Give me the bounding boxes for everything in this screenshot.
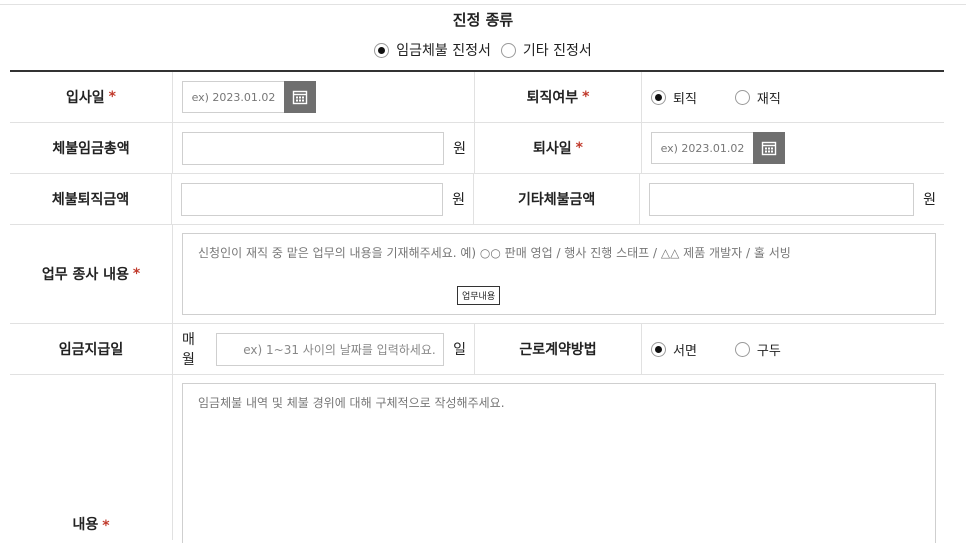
unit-won: 원	[452, 192, 466, 208]
radio-selected-icon[interactable]	[651, 89, 666, 105]
retired-group: 퇴직 재직	[642, 72, 944, 122]
required-mark: *	[108, 89, 116, 105]
petition-type-other-label: 기타 진정서	[522, 43, 592, 59]
calendar-icon[interactable]	[753, 132, 785, 164]
duty-textarea[interactable]: 신청인이 재직 중 맡은 업무의 내용을 기재해주세요. 예) ○○ 판매 영업…	[182, 233, 936, 315]
duty-content-button[interactable]: 업무내용	[457, 286, 501, 305]
radio-selected-icon[interactable]	[651, 341, 666, 357]
petition-type-wage[interactable]: 임금체불 진정서	[374, 40, 491, 60]
form-row-unpaid: 체불임금총액 원 퇴사일 * ex) 2023.01.02	[10, 123, 944, 174]
other-unpaid-input[interactable]	[649, 182, 915, 216]
form-row-severance: 체불퇴직금액 원 기타체불금액 원	[10, 174, 944, 225]
unpaid-severance-input[interactable]	[181, 182, 444, 216]
petition-type-group: 임금체불 진정서 기타 진정서	[0, 40, 966, 60]
form-row-payday: 임금지급일 매월 ex) 1~31 사이의 날짜를 입력하세요. 일 근로계약방…	[10, 324, 944, 375]
petition-type-other[interactable]: 기타 진정서	[500, 40, 592, 60]
retired-label: 퇴직여부 *	[474, 72, 642, 122]
leave-date-input[interactable]: ex) 2023.01.02	[651, 132, 753, 164]
unpaid-total-label: 체불임금총액	[10, 123, 173, 173]
hire-date-label: 입사일 *	[10, 72, 173, 122]
radio-empty-icon[interactable]	[734, 89, 750, 105]
hire-date-picker[interactable]: ex) 2023.01.02	[182, 81, 316, 113]
pay-day-input[interactable]: ex) 1~31 사이의 날짜를 입력하세요.	[216, 332, 445, 366]
retired-option-employed[interactable]: 재직	[734, 88, 781, 107]
contract-group: 서면 구두	[642, 324, 944, 374]
petition-form-table: 입사일 * ex) 2023.01.02 퇴직여부 * 퇴직 재직 체불임금총액…	[10, 70, 944, 543]
form-row-hire: 입사일 * ex) 2023.01.02 퇴직여부 * 퇴직 재직	[10, 72, 944, 123]
contract-option-written[interactable]: 서면	[651, 340, 697, 359]
leave-date-label: 퇴사일 *	[474, 123, 642, 173]
pay-day-label: 임금지급일	[10, 324, 173, 374]
contract-option-verbal[interactable]: 구두	[734, 340, 781, 359]
top-divider	[0, 4, 966, 5]
retired-option-retired[interactable]: 퇴직	[651, 88, 697, 107]
pay-day-prefix: 매월	[182, 332, 195, 368]
unit-day: 일	[453, 342, 466, 358]
content-label: 내용 *	[10, 375, 173, 540]
radio-empty-icon[interactable]	[500, 42, 516, 58]
unpaid-total-input[interactable]	[182, 131, 445, 165]
radio-empty-icon[interactable]	[734, 341, 750, 357]
unit-won: 원	[923, 192, 936, 208]
calendar-icon[interactable]	[284, 81, 316, 113]
other-unpaid-label: 기타체불금액	[473, 174, 641, 224]
form-row-duty: 업무 종사 내용 * 신청인이 재직 중 맡은 업무의 내용을 기재해주세요. 예…	[10, 225, 944, 324]
duty-label: 업무 종사 내용 *	[10, 225, 173, 323]
petition-type-wage-label: 임금체불 진정서	[396, 43, 491, 59]
form-row-content: 내용 * 임금체불 내역 및 체불 경위에 대해 구체적으로 작성해주세요.	[10, 375, 944, 543]
unpaid-severance-label: 체불퇴직금액	[10, 174, 173, 224]
duty-placeholder: 신청인이 재직 중 맡은 업무의 내용을 기재해주세요. 예) ○○ 판매 영업…	[198, 246, 791, 260]
hire-date-input[interactable]: ex) 2023.01.02	[182, 81, 284, 113]
radio-selected-icon[interactable]	[374, 42, 390, 58]
content-placeholder: 임금체불 내역 및 체불 경위에 대해 구체적으로 작성해주세요.	[198, 396, 505, 410]
required-mark: *	[575, 140, 583, 156]
unit-won: 원	[453, 141, 466, 157]
required-mark: *	[132, 266, 141, 282]
content-textarea[interactable]: 임금체불 내역 및 체불 경위에 대해 구체적으로 작성해주세요.	[182, 383, 936, 543]
leave-date-picker[interactable]: ex) 2023.01.02	[651, 132, 785, 164]
contract-label: 근로계약방법	[474, 324, 642, 374]
section-title: 진정 종류	[452, 11, 514, 29]
required-mark: *	[582, 89, 590, 105]
